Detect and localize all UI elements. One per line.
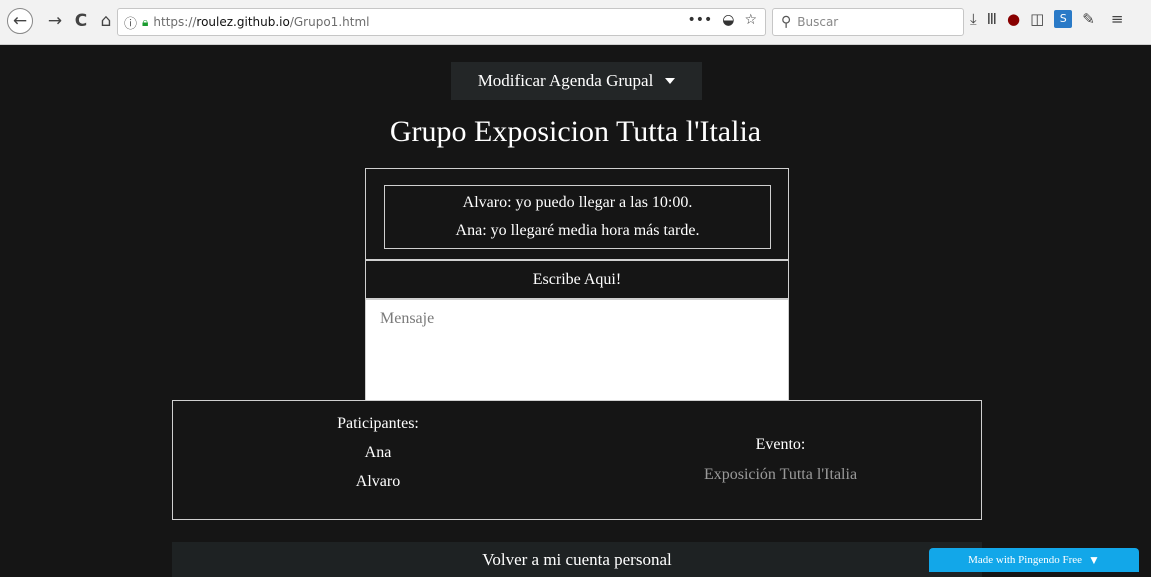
sidebar-icon[interactable]: ◫ <box>1030 10 1044 28</box>
participants-section: Paticipantes: Ana Alvaro <box>303 415 453 491</box>
participants-label: Paticipantes: <box>337 415 419 432</box>
more-icon[interactable]: ••• <box>687 12 712 28</box>
menu-icon[interactable]: ≡ <box>1111 10 1124 28</box>
search-placeholder: Buscar <box>797 15 839 29</box>
modify-agenda-dropdown[interactable]: Modificar Agenda Grupal <box>451 62 702 100</box>
page-title: Grupo Exposicion Tutta l'Italia <box>389 115 762 148</box>
pingendo-label: Made with Pingendo Free <box>968 554 1083 566</box>
extension-icon[interactable]: ✎ <box>1082 10 1095 28</box>
url-bar[interactable]: ⓘ 🔒︎ https://roulez.github.io/Grupo1.htm… <box>117 8 766 36</box>
dropdown-label: Modificar Agenda Grupal <box>477 71 654 90</box>
ublock-icon[interactable]: ● <box>1007 10 1020 28</box>
back-icon[interactable]: ← <box>7 8 33 34</box>
search-icon: ⚲ <box>781 14 792 30</box>
forward-icon[interactable]: → <box>42 8 68 34</box>
library-icon[interactable]: Ⅲ <box>987 10 997 28</box>
bookmark-star-icon[interactable]: ☆ <box>744 12 757 28</box>
event-section: Evento: Exposición Tutta l'Italia <box>663 436 898 484</box>
write-header: Escribe Aqui! <box>365 260 789 299</box>
event-name: Exposición Tutta l'Italia <box>703 466 858 483</box>
chat-message: Alvaro: yo puedo llegar a las 10:00. <box>462 194 693 211</box>
participant-name: Ana <box>364 444 392 461</box>
pingendo-badge[interactable]: Made with Pingendo Free ▼ <box>929 548 1139 572</box>
message-list: Alvaro: yo puedo llegar a las 10:00. Ana… <box>384 185 771 249</box>
pocket-icon[interactable]: ◒ <box>722 12 734 28</box>
caret-down-icon <box>665 78 676 84</box>
reload-icon[interactable]: C <box>68 8 94 34</box>
url-text[interactable]: https://roulez.github.io/Grupo1.html <box>153 15 369 29</box>
extension-s-icon[interactable]: S <box>1054 10 1073 28</box>
download-icon[interactable]: ⤓ <box>970 10 977 28</box>
search-input[interactable]: ⚲ Buscar <box>772 8 964 36</box>
lock-icon[interactable]: 🔒︎ <box>142 15 148 30</box>
home-icon[interactable]: ⌂ <box>93 8 119 34</box>
info-panel: Paticipantes: Ana Alvaro Evento: Exposic… <box>172 400 982 520</box>
browser-toolbar: ← → C ⌂ ⓘ 🔒︎ https://roulez.github.io/Gr… <box>0 0 1151 45</box>
back-to-account-button[interactable]: Volver a mi cuenta personal <box>172 542 982 577</box>
info-icon[interactable]: ⓘ <box>124 13 137 32</box>
participant-name: Alvaro <box>355 473 401 490</box>
pingendo-logo-icon: ▼ <box>1088 552 1100 567</box>
chat-message: Ana: yo llegaré media hora más tarde. <box>455 222 700 239</box>
message-input[interactable] <box>365 299 789 402</box>
event-label: Evento: <box>755 436 806 453</box>
